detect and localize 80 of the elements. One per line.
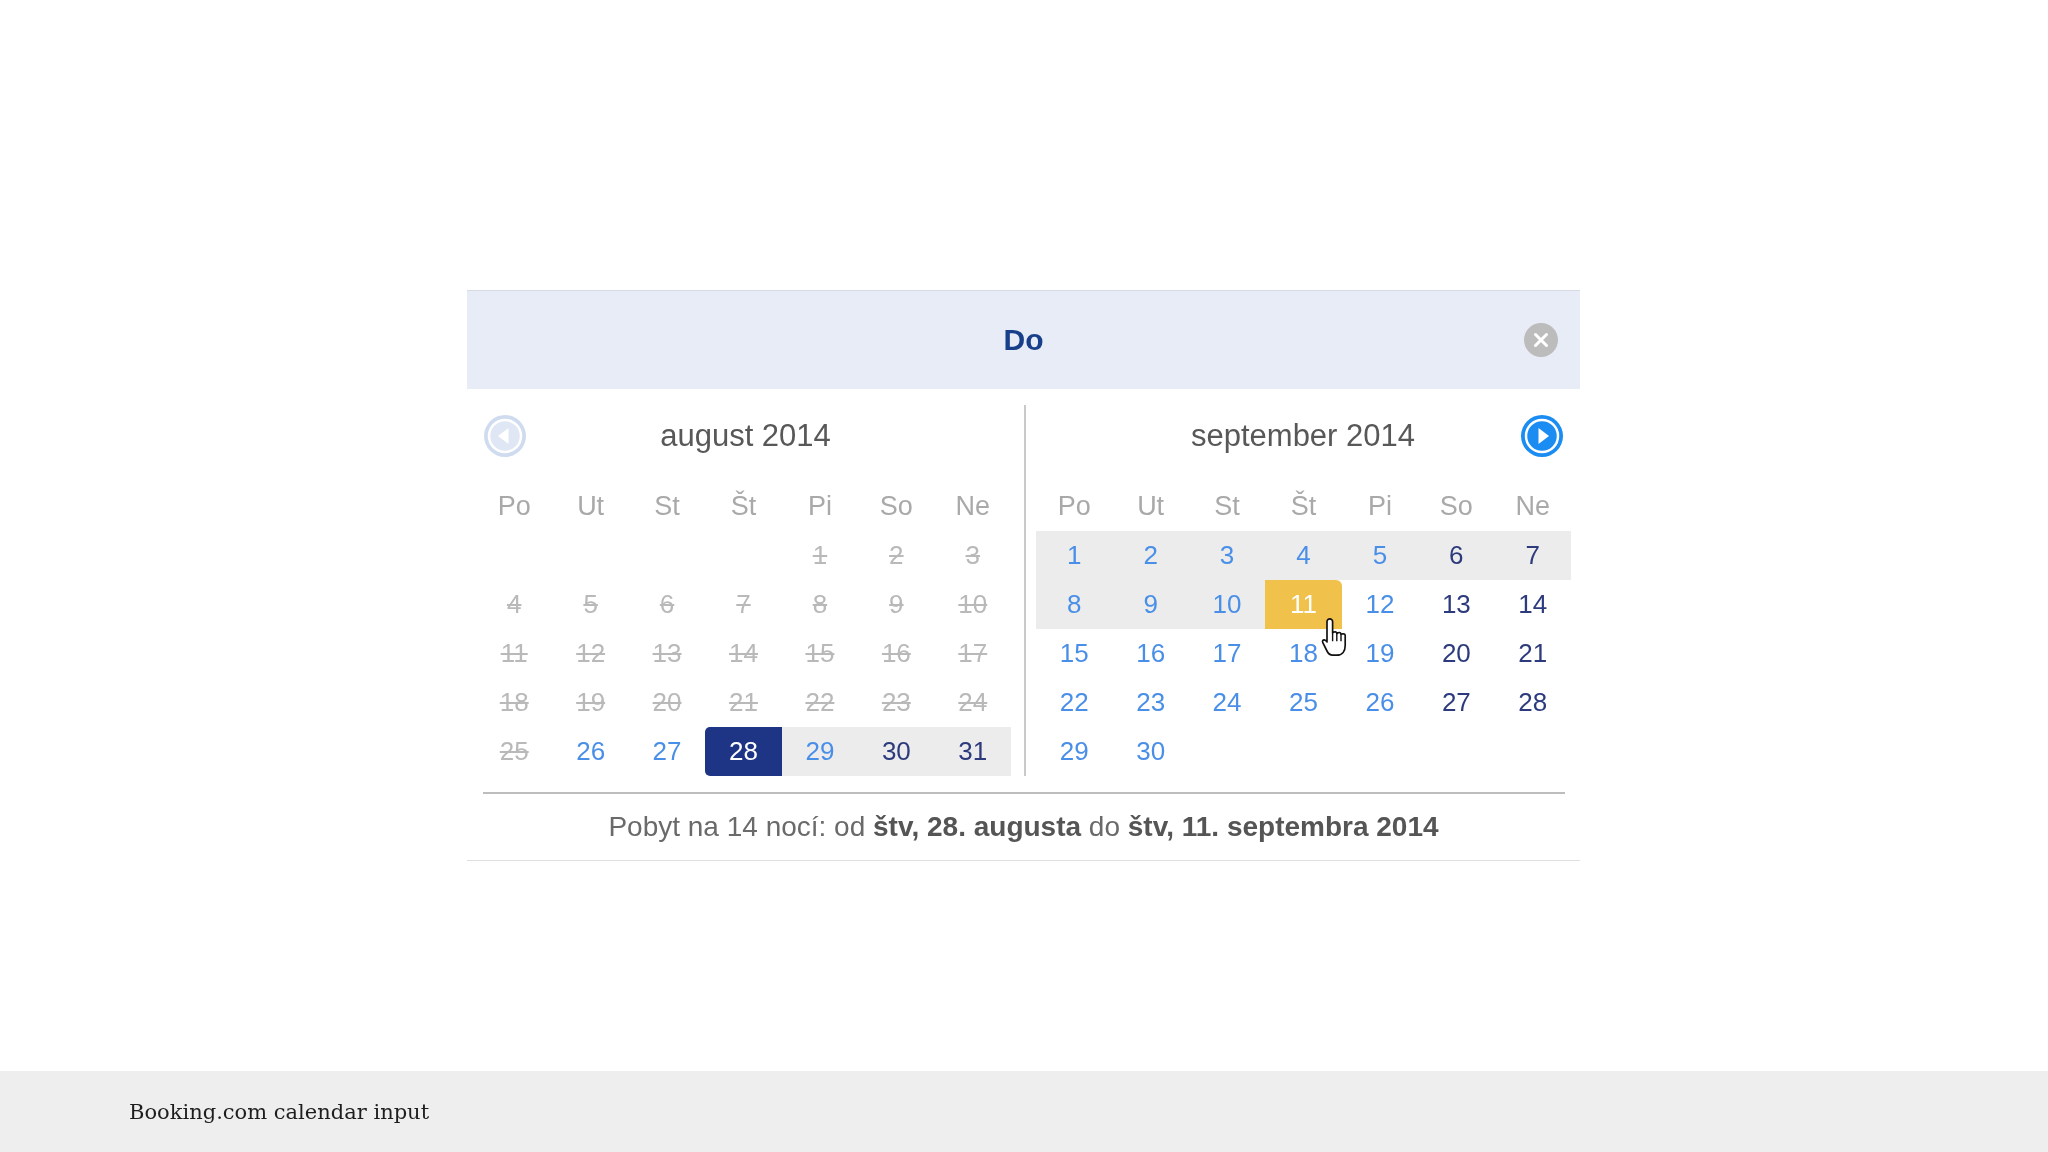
weekday-label: St	[1213, 490, 1241, 523]
day-cell[interactable]: 16	[1112, 629, 1189, 678]
day-cell[interactable]: 2	[1112, 531, 1189, 580]
day-cell-text: 4	[505, 588, 523, 621]
right-arrow-icon[interactable]	[1521, 415, 1563, 457]
day-cell-text: 18	[498, 686, 530, 719]
day-cell-text: 13	[651, 637, 683, 670]
day-cell[interactable]: 4	[1265, 531, 1342, 580]
day-cell[interactable]: 27	[628, 727, 706, 776]
day-cell[interactable]: 15	[1036, 629, 1113, 678]
day-cell-text: 20	[651, 686, 683, 719]
day-cell[interactable]: 30	[1112, 727, 1189, 776]
weekday-label: Št	[1289, 489, 1318, 523]
day-cell[interactable]: 28	[705, 727, 782, 776]
day-cell[interactable]: 12	[1341, 580, 1419, 629]
weekday-label: So	[1438, 490, 1474, 523]
day-cell[interactable]: 28	[1494, 678, 1571, 727]
day-cell-text: 21	[728, 686, 759, 719]
weekday-label: Pi	[1366, 490, 1393, 523]
weekday-label: So	[878, 490, 914, 523]
day-cell[interactable]: 31	[934, 727, 1011, 776]
weekday-label: Pi	[806, 490, 833, 523]
day-cell[interactable]: 22	[1036, 678, 1113, 727]
day-cell[interactable]: 6	[1418, 531, 1495, 580]
day-cell-text: 6	[658, 588, 676, 621]
weekday-label: Ne	[1514, 490, 1552, 523]
stay-summary: Pobyt na 14 nocí: od štv, 28. augusta do štv, 11. septembra 2014	[607, 810, 1440, 844]
weekday-label: St	[653, 490, 681, 523]
day-cell[interactable]: 25	[1265, 678, 1342, 727]
month-title: august 2014	[660, 418, 831, 454]
day-cell[interactable]: 11	[1265, 580, 1342, 629]
day-cell[interactable]: 30	[858, 727, 935, 776]
day-cell-text: 23	[880, 686, 912, 719]
day-cell-text: 7	[735, 588, 752, 621]
day-cell-text: 8	[811, 588, 829, 621]
month-title: september 2014	[1190, 418, 1415, 454]
day-cell[interactable]: 9	[1112, 580, 1189, 629]
day-cell-text: 14	[728, 637, 759, 670]
day-cell[interactable]: 24	[1188, 678, 1266, 727]
day-cell[interactable]: 27	[1418, 678, 1495, 727]
weekday-label: Po	[496, 490, 532, 523]
day-cell-text: 25	[498, 735, 530, 768]
day-cell-text: 12	[575, 637, 607, 670]
day-cell-text: 5	[582, 588, 599, 621]
day-cell[interactable]: 1	[1036, 531, 1113, 580]
weekday-label: Po	[1056, 490, 1092, 523]
caption-text: Booking.com calendar input	[129, 1099, 430, 1124]
close-icon[interactable]	[1524, 323, 1558, 357]
day-cell[interactable]: 3	[1188, 531, 1266, 580]
day-cell[interactable]: 21	[1494, 629, 1571, 678]
day-cell-text: 3	[964, 539, 981, 572]
day-cell[interactable]: 17	[1188, 629, 1266, 678]
day-cell[interactable]: 29	[1036, 727, 1113, 776]
day-cell[interactable]: 7	[1494, 531, 1571, 580]
day-cell-text: 10	[957, 588, 989, 621]
day-cell-text: 15	[804, 637, 836, 670]
day-cell[interactable]: 20	[1418, 629, 1495, 678]
weekday-label: Št	[729, 489, 758, 523]
day-cell-text: 17	[957, 637, 989, 670]
day-cell[interactable]: 23	[1112, 678, 1189, 727]
weekday-label: Ut	[1136, 490, 1166, 523]
day-cell-text: 24	[957, 686, 989, 719]
day-cell[interactable]: 14	[1494, 580, 1571, 629]
day-cell[interactable]: 26	[1341, 678, 1419, 727]
day-cell[interactable]: 8	[1036, 580, 1113, 629]
day-cell-text: 11	[499, 637, 529, 670]
day-cell[interactable]: 26	[552, 727, 629, 776]
day-cell-text: 22	[804, 686, 836, 719]
day-cell[interactable]: 5	[1341, 531, 1419, 580]
day-cell-text: 2	[888, 539, 905, 572]
day-cell-text: 16	[880, 637, 912, 670]
weekday-label: Ut	[576, 490, 606, 523]
day-cell-text: 9	[888, 588, 905, 621]
day-cell[interactable]: 13	[1418, 580, 1495, 629]
day-cell-text: 19	[575, 686, 607, 719]
weekday-label: Ne	[954, 490, 992, 523]
day-cell[interactable]: 10	[1188, 580, 1266, 629]
day-cell-text: 1	[811, 539, 829, 572]
day-cell[interactable]: 29	[781, 727, 859, 776]
picker-title: Do	[1003, 323, 1044, 357]
